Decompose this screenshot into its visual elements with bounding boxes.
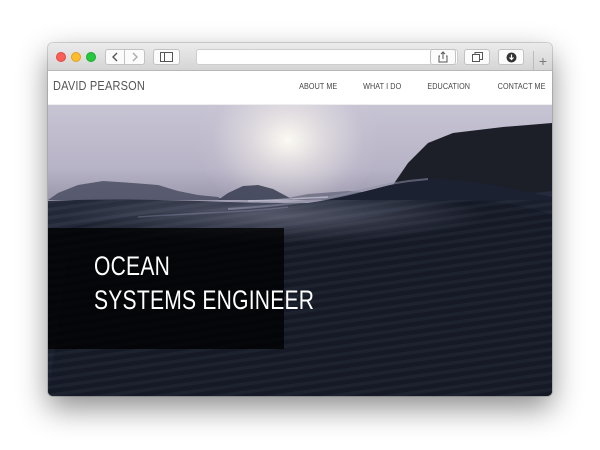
forward-button[interactable] [125,49,145,65]
back-button[interactable] [105,49,125,65]
zoom-window-button[interactable] [86,52,96,62]
sidebar-icon [160,52,173,62]
download-icon [506,52,516,62]
browser-window: ↻ + DAVID PEARSON ABOUT ME WHAT I DO EDU… [48,43,552,396]
site-nav: ABOUT ME WHAT I DO EDUCATION CONTACT ME [297,82,548,91]
address-bar[interactable]: ↻ [196,49,458,65]
hero-title-line-2: SYSTEMS ENGINEER [94,285,315,315]
new-tab-button[interactable]: + [533,51,552,71]
tabs-icon [471,52,483,62]
downloads-button[interactable] [498,49,524,65]
nav-about-me[interactable]: ABOUT ME [299,82,337,91]
nav-contact-me[interactable]: CONTACT ME [498,82,546,91]
browser-toolbar: ↻ + [48,43,552,71]
nav-what-i-do[interactable]: WHAT I DO [363,82,401,91]
hero-title-line-1: OCEAN [94,251,171,281]
chevron-right-icon [132,52,138,62]
plus-icon: + [538,53,548,69]
site-brand[interactable]: DAVID PEARSON [53,79,145,93]
nav-education[interactable]: EDUCATION [428,82,471,91]
chevron-left-icon [112,52,118,62]
site-header: DAVID PEARSON ABOUT ME WHAT I DO EDUCATI… [48,71,552,105]
close-window-button[interactable] [56,52,66,62]
minimize-window-button[interactable] [71,52,81,62]
share-button[interactable] [430,49,456,65]
sidebar-button[interactable] [153,49,180,65]
share-icon [438,51,448,63]
tabs-overview-button[interactable] [464,49,490,65]
